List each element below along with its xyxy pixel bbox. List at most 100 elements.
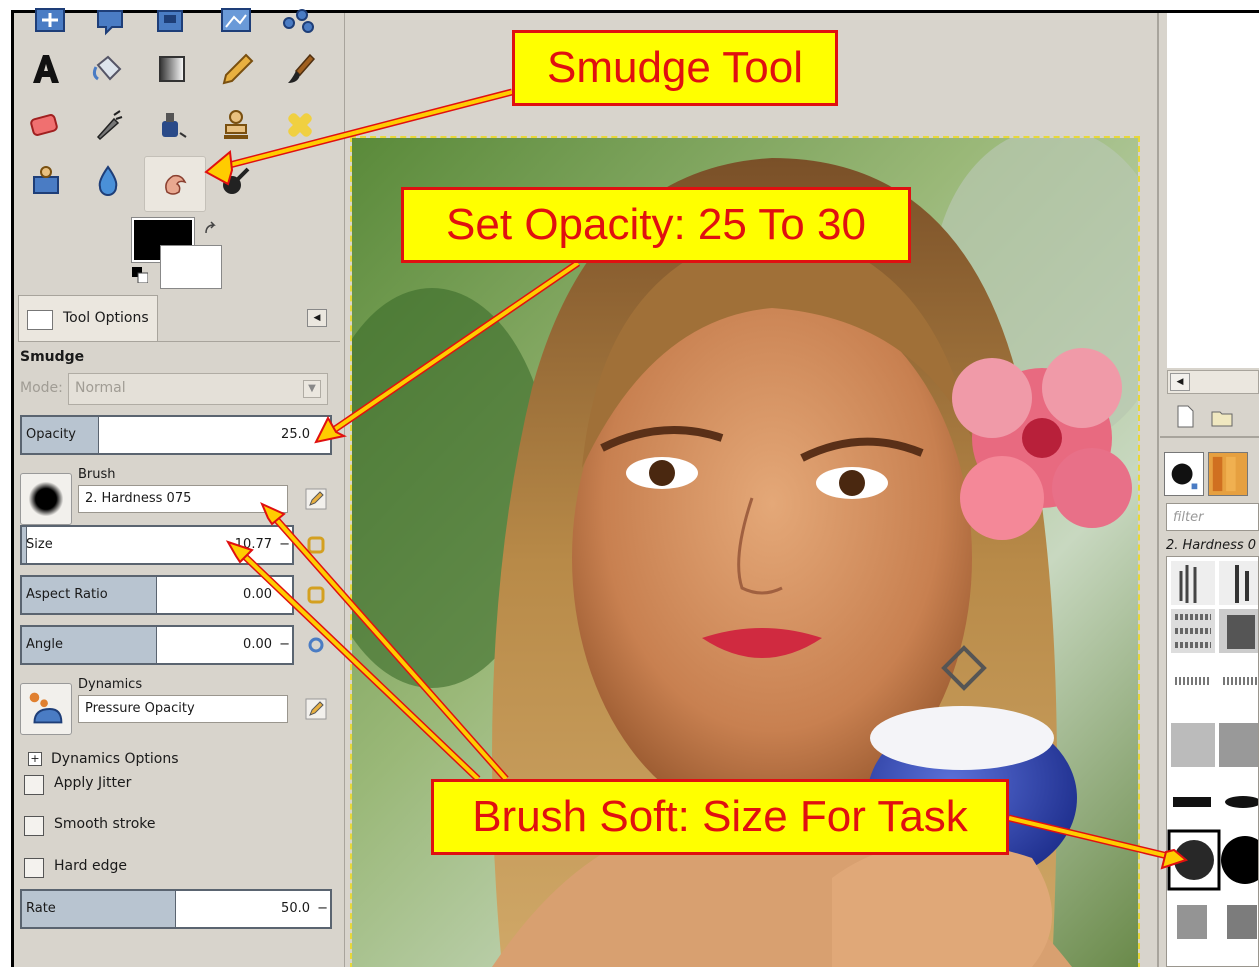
move-tool[interactable] bbox=[88, 0, 132, 41]
brush-item[interactable] bbox=[1177, 905, 1207, 939]
dynamics-icon bbox=[29, 692, 63, 724]
align-icon bbox=[35, 8, 65, 32]
brush-item[interactable] bbox=[1225, 796, 1259, 808]
edit-brush-icon[interactable] bbox=[304, 487, 328, 511]
dynamics-options-expander[interactable]: + bbox=[28, 752, 42, 766]
new-document-icon[interactable] bbox=[1177, 405, 1194, 428]
dodge-burn-icon bbox=[223, 167, 250, 194]
pencil-tool[interactable] bbox=[216, 47, 260, 91]
edit-dynamics-icon[interactable] bbox=[304, 697, 328, 721]
transform-tool[interactable] bbox=[214, 0, 258, 41]
blur-tool[interactable] bbox=[86, 159, 130, 203]
dynamics-value: Pressure Opacity bbox=[85, 701, 195, 716]
perspective-clone-icon bbox=[33, 166, 59, 194]
dock-separator bbox=[1160, 436, 1259, 438]
size-slider[interactable]: Size 10.77 − bbox=[20, 525, 294, 565]
brush-preview-button[interactable] bbox=[20, 473, 72, 525]
crop-icon bbox=[157, 10, 183, 32]
mode-label: Mode: bbox=[20, 380, 63, 396]
tab-brushes[interactable] bbox=[1164, 452, 1204, 496]
perspective-clone-tool[interactable] bbox=[24, 159, 68, 203]
apply-jitter-checkbox[interactable] bbox=[24, 775, 44, 795]
brush-item[interactable] bbox=[1219, 561, 1259, 605]
clone-icon bbox=[224, 110, 248, 139]
brush-item[interactable] bbox=[1171, 609, 1215, 653]
dynamics-options-label: Dynamics Options bbox=[51, 751, 179, 767]
brush-item[interactable] bbox=[1171, 561, 1215, 605]
brush-value: 2. Hardness 075 bbox=[85, 491, 192, 506]
angle-label: Angle bbox=[26, 637, 63, 652]
rate-slider[interactable]: Rate 50.0 − bbox=[20, 889, 332, 929]
brush-field[interactable]: 2. Hardness 075 bbox=[78, 485, 288, 513]
eraser-tool[interactable] bbox=[22, 103, 66, 147]
brush-item[interactable] bbox=[1221, 836, 1259, 884]
brush-grid[interactable] bbox=[1166, 556, 1259, 967]
brush-item[interactable] bbox=[1173, 797, 1211, 807]
dynamics-label: Dynamics bbox=[78, 677, 143, 692]
brush-item-selected[interactable] bbox=[1167, 829, 1221, 891]
dock-toolbar bbox=[1177, 405, 1233, 428]
reset-angle-icon[interactable] bbox=[306, 635, 326, 655]
angle-slider[interactable]: Angle 0.00 − bbox=[20, 625, 294, 665]
reset-aspect-ratio-icon[interactable] bbox=[306, 585, 326, 605]
hard-edge-checkbox[interactable] bbox=[24, 858, 44, 878]
dock-scrollbar[interactable]: ◀ bbox=[1167, 370, 1259, 394]
reset-colors-icon[interactable] bbox=[132, 267, 148, 283]
opacity-slider[interactable]: Opacity 25.0 bbox=[20, 415, 332, 455]
gradient-icon bbox=[159, 56, 185, 82]
smooth-stroke-label: Smooth stroke bbox=[54, 816, 156, 832]
tab-patterns[interactable] bbox=[1208, 452, 1248, 496]
dynamics-field[interactable]: Pressure Opacity bbox=[78, 695, 288, 723]
align-tool[interactable] bbox=[28, 0, 72, 41]
brush-filter-input[interactable]: filter bbox=[1166, 503, 1259, 531]
tool-options-icon bbox=[27, 310, 53, 330]
brush-item[interactable] bbox=[1219, 723, 1259, 767]
size-label: Size bbox=[26, 537, 53, 552]
chevron-down-icon: ▼ bbox=[303, 380, 321, 398]
brush-item[interactable] bbox=[1227, 905, 1257, 939]
angle-value: 0.00 bbox=[243, 637, 272, 652]
opacity-label: Opacity bbox=[26, 427, 77, 442]
gradient-tool[interactable] bbox=[150, 47, 194, 91]
paintbrush-tool[interactable] bbox=[278, 47, 322, 91]
clone-tool[interactable] bbox=[214, 103, 258, 147]
airbrush-tool[interactable] bbox=[86, 103, 130, 147]
aspect-ratio-spinner[interactable]: − bbox=[279, 587, 290, 602]
open-folder-icon[interactable] bbox=[1211, 411, 1233, 427]
smudge-tool[interactable] bbox=[144, 156, 206, 212]
size-spinner[interactable]: − bbox=[279, 537, 290, 552]
apply-jitter-label: Apply Jitter bbox=[54, 775, 132, 791]
pattern-tab-icon bbox=[1212, 456, 1236, 492]
scroll-left-button[interactable]: ◀ bbox=[1170, 373, 1190, 391]
rate-spinner[interactable]: − bbox=[317, 901, 328, 916]
mode-value: Normal bbox=[75, 380, 126, 396]
aspect-ratio-slider[interactable]: Aspect Ratio 0.00 − bbox=[20, 575, 294, 615]
background-color[interactable] bbox=[160, 245, 222, 289]
soft-brush-icon bbox=[28, 481, 64, 517]
blur-icon bbox=[98, 165, 118, 196]
smudge-icon bbox=[165, 174, 187, 195]
mode-select[interactable]: Normal ▼ bbox=[68, 373, 328, 405]
bucket-fill-tool[interactable] bbox=[86, 47, 130, 91]
eraser-icon bbox=[30, 114, 58, 136]
text-tool[interactable] bbox=[24, 47, 68, 91]
dodge-burn-tool[interactable] bbox=[214, 159, 258, 203]
swap-colors-icon[interactable] bbox=[202, 221, 220, 239]
reset-size-icon[interactable] bbox=[306, 535, 326, 555]
tab-tool-options[interactable]: Tool Options bbox=[18, 295, 158, 341]
heal-tool[interactable] bbox=[278, 103, 322, 147]
callout-smudge-tool: Smudge Tool bbox=[512, 30, 838, 106]
cage-tool[interactable] bbox=[276, 0, 320, 41]
callout-set-opacity: Set Opacity: 25 To 30 bbox=[401, 187, 911, 263]
brush-item[interactable] bbox=[1171, 723, 1215, 767]
tab-menu-button[interactable]: ◀ bbox=[307, 309, 327, 327]
dynamics-button[interactable] bbox=[20, 683, 72, 735]
angle-spinner[interactable]: − bbox=[279, 637, 290, 652]
smooth-stroke-checkbox[interactable] bbox=[24, 816, 44, 836]
brush-label: Brush bbox=[78, 467, 116, 482]
ink-tool[interactable] bbox=[150, 103, 194, 147]
brush-filter-placeholder: filter bbox=[1173, 510, 1204, 525]
hard-edge-label: Hard edge bbox=[54, 858, 127, 874]
brush-item[interactable] bbox=[1219, 609, 1259, 653]
crop-tool[interactable] bbox=[148, 0, 192, 41]
